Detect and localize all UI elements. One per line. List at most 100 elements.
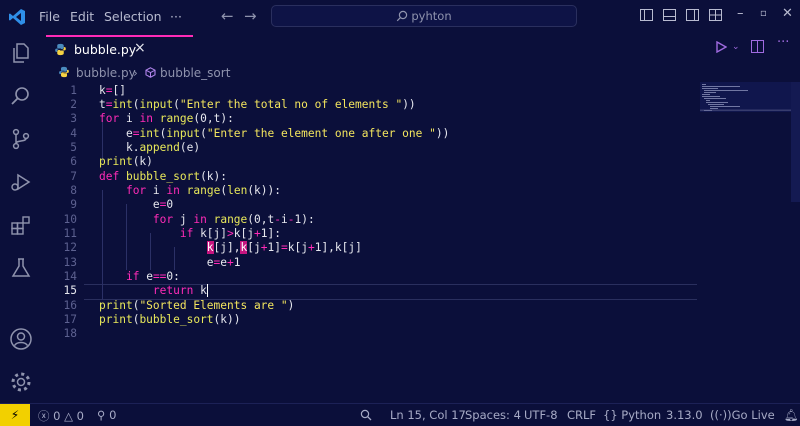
error-icon: ⓧ — [38, 409, 50, 423]
run-options-chevron-icon[interactable]: ⌄ — [732, 42, 740, 52]
code-line: k[j],k[j+1]=k[j+1],k[j] — [206, 241, 362, 254]
braces-icon: {} — [603, 408, 618, 422]
source-control-icon[interactable] — [9, 127, 33, 151]
forward-arrow-icon[interactable]: → — [244, 7, 257, 25]
run-python-file-icon[interactable] — [715, 41, 727, 53]
title-bar: File Edit Selection ··· ← → pyhton – ▫ ✕ — [0, 0, 800, 33]
code-line-active: return k — [99, 284, 215, 297]
line-number: 3 — [70, 112, 77, 125]
indentation-status[interactable]: Spaces: 4 — [465, 408, 521, 422]
settings-gear-icon[interactable] — [9, 370, 33, 394]
search-text: pyhton — [411, 9, 452, 23]
line-number: 7 — [70, 170, 77, 183]
code-line: for i in range(len(k)): — [125, 184, 281, 197]
explorer-icon[interactable] — [9, 41, 33, 65]
ports-icon: ⚲ — [97, 408, 106, 422]
close-window-icon[interactable]: ✕ — [782, 6, 793, 21]
breadcrumb-symbol[interactable]: bubble_sort — [160, 66, 230, 80]
menu-more[interactable]: ··· — [170, 9, 182, 24]
more-actions-icon[interactable]: ··· — [777, 35, 789, 50]
code-line: k=[] — [99, 84, 126, 97]
remote-indicator-icon[interactable]: ⚡ — [0, 404, 30, 426]
customize-layout-icon[interactable] — [709, 9, 722, 21]
search-icon — [397, 10, 408, 22]
line-number: 13 — [63, 256, 77, 269]
code-line: for i in range(0,t): — [99, 112, 234, 125]
ports-status[interactable]: ⚲ 0 — [97, 408, 116, 422]
breadcrumb-file[interactable]: bubble.py — [76, 66, 136, 80]
language-mode[interactable]: {} Python — [603, 408, 661, 422]
code-line: e=0 — [152, 198, 174, 211]
tab-bubble-py[interactable]: bubble.py × — [46, 35, 193, 61]
activity-bar — [0, 33, 42, 403]
ports-count: 0 — [109, 408, 117, 422]
python-file-icon — [59, 66, 69, 78]
toggle-panel-icon[interactable] — [663, 9, 676, 21]
problems-status[interactable]: ⓧ 0 △ 0 — [38, 408, 84, 424]
code-line: if k[j]>k[j+1]: — [179, 227, 281, 240]
minimize-icon[interactable]: – — [737, 6, 744, 21]
notifications-bell-icon[interactable]: 🔔︎ — [784, 408, 799, 422]
menu-selection[interactable]: Selection — [104, 9, 162, 24]
code-line: e=int(input("Enter the element one after… — [125, 127, 450, 140]
line-number-active: 15 — [63, 284, 77, 297]
line-number: 16 — [63, 299, 77, 312]
zoom-icon[interactable] — [360, 409, 372, 421]
toggle-secondary-sidebar-icon[interactable] — [686, 9, 699, 21]
code-editor[interactable]: 1 2 3 4 5 6 7 8 9 10 11 12 13 14 15 16 1… — [42, 82, 742, 402]
vscode-logo-icon — [9, 9, 25, 25]
line-number: 5 — [70, 141, 77, 154]
line-number: 6 — [70, 155, 77, 168]
extensions-icon[interactable] — [9, 213, 33, 237]
warning-count: 0 — [76, 409, 84, 423]
run-debug-icon[interactable] — [9, 170, 33, 194]
tab-label: bubble.py — [74, 42, 137, 57]
line-number: 8 — [70, 184, 77, 197]
line-number: 4 — [70, 127, 77, 140]
cursor-position[interactable]: Ln 15, Col 17 — [390, 408, 466, 422]
code-line: if e==0: — [125, 270, 180, 283]
code-line: print("Sorted Elements are ") — [99, 299, 295, 312]
go-live-label: Go Live — [731, 408, 775, 422]
code-line: def bubble_sort(k): — [99, 170, 228, 183]
method-symbol-icon — [145, 67, 156, 78]
python-interpreter[interactable]: 3.13.0 — [666, 408, 703, 422]
code-line: for j in range(0,t-i-1): — [152, 213, 315, 226]
line-number: 1 — [70, 84, 77, 97]
eol-status[interactable]: CRLF — [567, 408, 596, 422]
python-file-icon — [55, 43, 66, 56]
code-line: t=int(input("Enter the total no of eleme… — [99, 98, 416, 111]
toggle-sidebar-icon[interactable] — [640, 9, 653, 21]
line-number: 18 — [63, 327, 77, 340]
line-number: 2 — [70, 98, 77, 111]
back-arrow-icon[interactable]: ← — [221, 7, 234, 25]
tab-close-icon[interactable]: × — [134, 40, 146, 56]
command-center-search[interactable]: pyhton — [271, 5, 577, 27]
go-live-button[interactable]: ((·))Go Live — [710, 408, 775, 422]
line-number: 9 — [70, 198, 77, 211]
search-icon[interactable] — [9, 84, 33, 108]
line-number: 10 — [63, 213, 77, 226]
code-line: print(k) — [99, 155, 153, 168]
editor-tab-bar: bubble.py × ⌄ ··· — [42, 33, 800, 61]
code-line: print(bubble_sort(k)) — [99, 313, 241, 326]
line-number: 12 — [63, 241, 77, 254]
split-editor-icon[interactable] — [751, 40, 764, 53]
line-number: 17 — [63, 313, 77, 326]
minimap[interactable] — [700, 82, 792, 142]
vertical-scrollbar[interactable] — [791, 82, 800, 202]
restore-icon[interactable]: ▫ — [760, 8, 767, 19]
menu-file[interactable]: File — [39, 9, 60, 24]
menu-edit[interactable]: Edit — [70, 9, 94, 24]
testing-flask-icon[interactable] — [9, 256, 33, 280]
code-line: e=e+1 — [206, 256, 241, 269]
status-bar: ⚡ ⓧ 0 △ 0 ⚲ 0 Ln 15, Col 17 Spaces: 4 UT… — [0, 403, 800, 426]
error-count: 0 — [53, 409, 61, 423]
breadcrumb-separator: › — [133, 66, 138, 80]
language-label: Python — [621, 408, 662, 422]
line-number: 11 — [63, 227, 77, 240]
line-number: 14 — [63, 270, 77, 283]
account-icon[interactable] — [9, 327, 33, 351]
encoding-status[interactable]: UTF-8 — [524, 408, 558, 422]
warning-icon: △ — [64, 409, 73, 423]
